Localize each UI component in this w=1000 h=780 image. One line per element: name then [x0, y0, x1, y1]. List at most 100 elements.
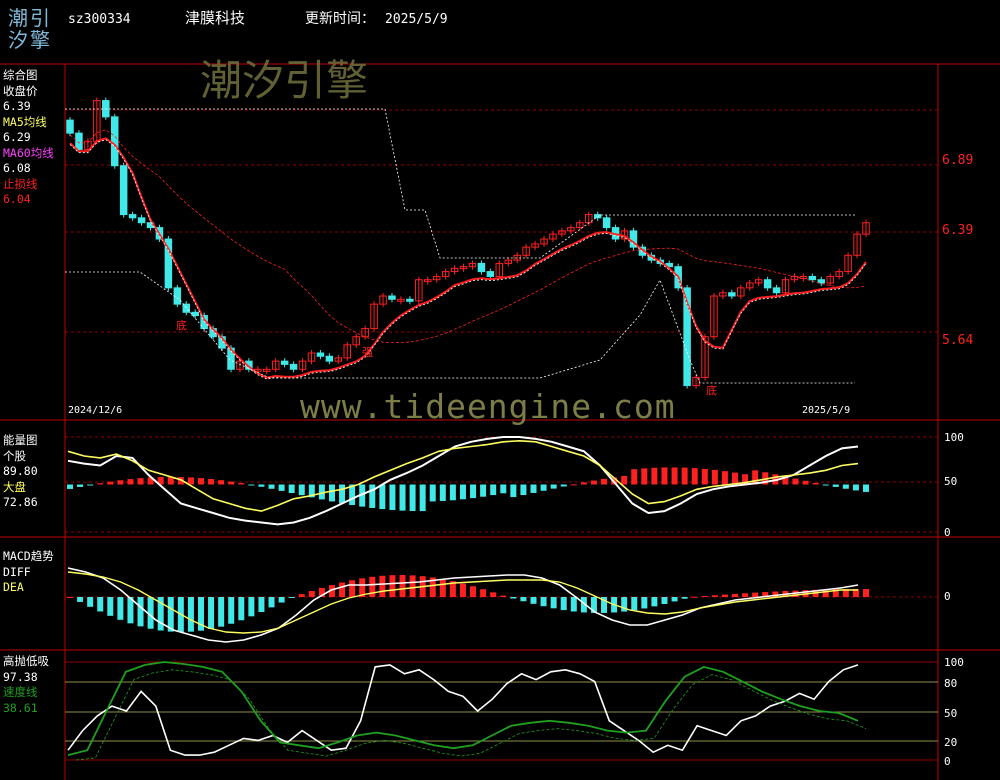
candle-down — [128, 214, 137, 219]
energy-bar — [117, 480, 124, 485]
dea-line — [67, 571, 858, 634]
logo-bottom: 汐擎 — [8, 28, 52, 52]
panel-label: 6.29 — [3, 130, 31, 144]
energy-bar — [580, 482, 587, 485]
ma5-dotted-line — [69, 139, 867, 380]
panel-label: 6.04 — [3, 192, 31, 206]
macd-bar — [631, 597, 638, 611]
energy-bar — [822, 484, 829, 486]
energy-bar — [77, 484, 84, 487]
energy-bar — [711, 469, 718, 485]
macd-bar — [187, 597, 194, 632]
candle-down — [119, 165, 128, 216]
macd-bar — [77, 597, 84, 602]
macd-bar — [389, 575, 396, 597]
macd-bar — [218, 597, 225, 627]
candle-down — [137, 217, 146, 224]
diff-line — [67, 567, 859, 643]
candle-down — [486, 271, 495, 277]
energy-bar — [208, 479, 215, 485]
panel-label: 高抛低吸 — [3, 654, 49, 668]
annotation-strong: 强 — [362, 346, 373, 359]
candle-down — [182, 303, 191, 313]
energy-bar — [97, 483, 104, 485]
macd-tick-label: 0 — [944, 590, 951, 603]
date-end: 2025/5/9 — [802, 405, 851, 416]
chart-marks — [65, 97, 870, 761]
energy-bar — [389, 484, 396, 510]
panel-label: MA5均线 — [3, 114, 47, 129]
panel-label: 72.86 — [3, 495, 38, 509]
energy-bar — [470, 484, 477, 499]
energy-bar — [369, 484, 376, 508]
macd-bar — [661, 597, 668, 605]
panel-label: 89.80 — [3, 464, 38, 478]
candle-down — [289, 363, 298, 370]
energy-bar — [863, 484, 869, 492]
energy-bar — [701, 468, 708, 485]
energy-bar — [560, 484, 567, 487]
macd-bar — [500, 595, 507, 597]
stock-code: sz300334 — [68, 12, 131, 27]
energy-bar — [288, 484, 295, 494]
candle-down — [817, 279, 826, 284]
energy-bar — [107, 481, 114, 485]
energy-bar — [550, 484, 557, 489]
macd-bar — [570, 597, 577, 612]
candle-down — [772, 287, 781, 294]
macd-bar — [349, 580, 356, 597]
energy-bar — [661, 467, 668, 485]
macd-bar — [308, 590, 315, 597]
energy-bar — [87, 484, 94, 486]
macd-bar — [137, 597, 144, 627]
energy-bar — [621, 476, 628, 485]
macd-panel-labels: MACD趋势 DIFF DEA — [3, 549, 54, 596]
update-date: 2025/5/9 — [385, 12, 448, 27]
energy-bar — [641, 468, 648, 485]
macd-bar — [742, 593, 749, 597]
candle-down — [173, 287, 182, 305]
energy-bar — [449, 484, 456, 501]
macd-bar — [167, 597, 174, 632]
energy-bar — [429, 484, 436, 502]
panel-label: 止损线 — [3, 176, 38, 191]
macd-bar — [490, 592, 497, 597]
candle-down — [325, 355, 334, 362]
macd-bar — [701, 596, 708, 598]
energy-panel-labels: 能量图 个股 89.80 大盘 72.86 — [3, 433, 38, 511]
energy-bar — [480, 484, 487, 497]
panel-label: 综合图 — [3, 68, 38, 82]
energy-bar — [721, 471, 728, 485]
macd-bar — [651, 597, 658, 607]
main-tick-label: 5.64 — [942, 333, 974, 348]
energy-bar — [409, 484, 416, 511]
energy-bar — [228, 481, 235, 485]
macd-bar — [238, 597, 245, 621]
macd-bar — [510, 597, 517, 599]
energy-bar — [510, 484, 517, 498]
macd-bar — [732, 593, 739, 597]
macd-bar — [409, 575, 416, 597]
panel-label: 收盘价 — [3, 83, 38, 98]
panel-label: 大盘 — [3, 479, 26, 494]
candle-down — [808, 275, 817, 281]
energy-bar — [500, 484, 507, 494]
energy-bar — [328, 484, 335, 502]
update-label: 更新时间： — [305, 11, 375, 27]
energy-bar — [852, 484, 859, 491]
macd-bar — [339, 582, 346, 597]
macd-bar — [107, 597, 114, 616]
energy-bar — [459, 484, 466, 500]
macd-bar — [480, 589, 487, 597]
macd-bar — [258, 597, 265, 613]
energy-bar — [379, 484, 386, 510]
energy-bar — [419, 484, 426, 512]
energy-tick-label: 50 — [944, 475, 958, 488]
macd-bar — [470, 586, 477, 597]
candle-down — [406, 298, 414, 302]
energy-bar — [832, 484, 839, 487]
macd-bar — [540, 597, 547, 607]
hilo-tick-label: 0 — [944, 755, 951, 768]
macd-bar — [298, 594, 305, 597]
macd-bar — [288, 597, 295, 598]
